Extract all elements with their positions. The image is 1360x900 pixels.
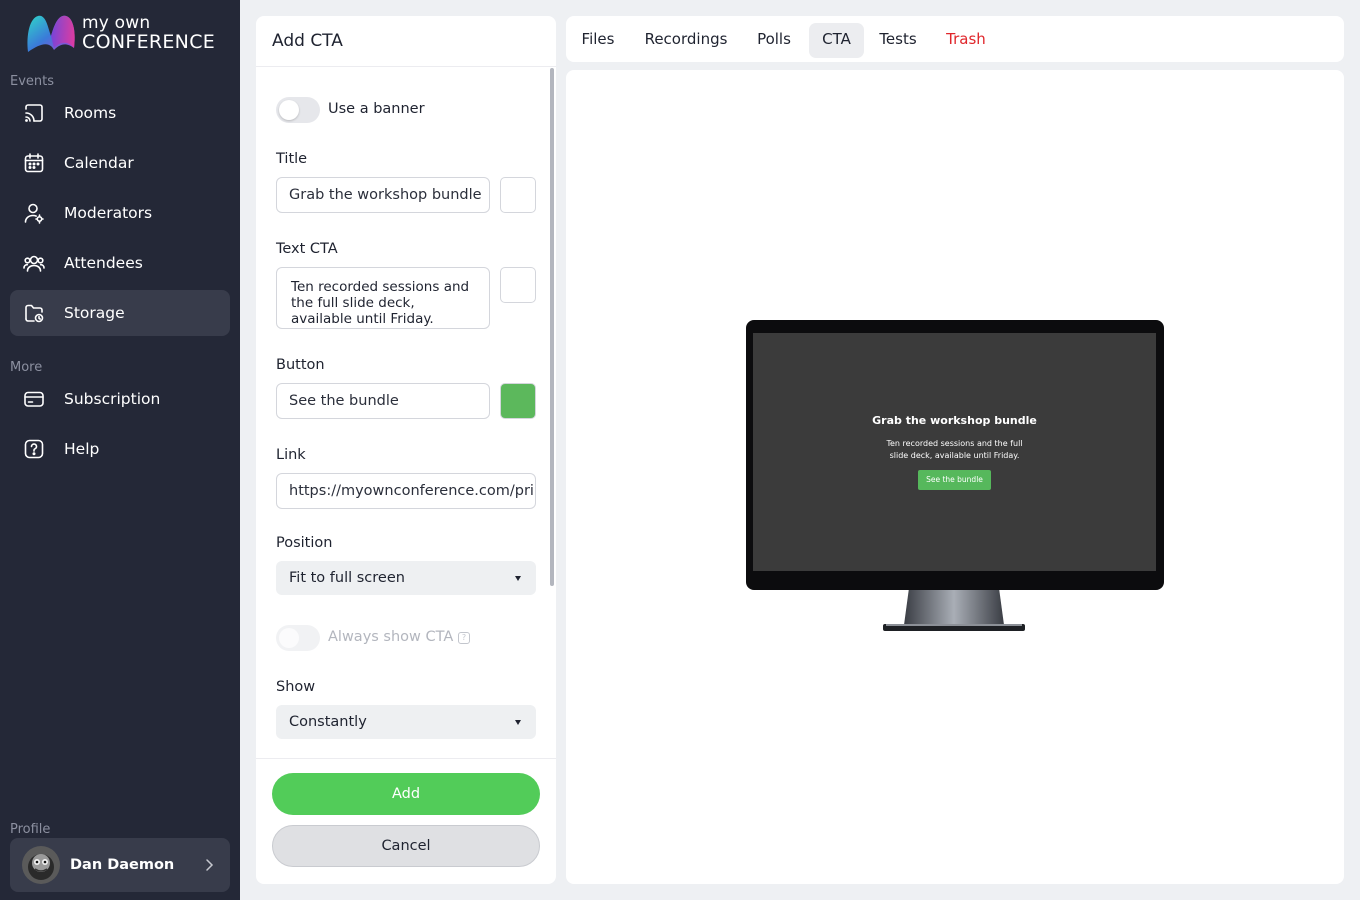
sidebar-item-label: Moderators (64, 204, 153, 222)
scrollbar[interactable] (550, 68, 554, 586)
logo-mark-icon (27, 15, 75, 52)
storage-tabs: Files Recordings Polls CTA Tests Trash (566, 16, 1344, 62)
profile-card[interactable]: Dan Daemon (10, 838, 230, 892)
sidebar-item-subscription[interactable]: Subscription (10, 376, 230, 422)
monitor-screen: Grab the workshop bundle Ten recorded se… (753, 333, 1156, 571)
sidebar-item-moderators[interactable]: Moderators (10, 190, 230, 236)
cta-preview-area: Grab the workshop bundle Ten recorded se… (566, 70, 1344, 884)
tab-tests[interactable]: Tests (872, 23, 924, 58)
brand-line2: CONFERENCE (82, 31, 216, 53)
title-label: Title (276, 151, 308, 167)
card-icon (22, 387, 46, 411)
section-label-events: Events (10, 74, 55, 89)
brand-logo[interactable]: my own CONFERENCE (24, 12, 224, 56)
sidebar-item-label: Rooms (64, 104, 117, 122)
sidebar-item-label: Calendar (64, 154, 134, 172)
sidebar-item-label: Storage (64, 304, 125, 322)
sidebar-item-storage[interactable]: Storage (10, 290, 230, 336)
monitor-mockup: Grab the workshop bundle Ten recorded se… (746, 320, 1164, 635)
moderator-icon (22, 201, 46, 225)
monitor-bezel: Grab the workshop bundle Ten recorded se… (746, 320, 1164, 590)
sidebar-item-label: Subscription (64, 390, 161, 408)
attendees-icon (22, 251, 46, 275)
preview-cta-text: Ten recorded sessions and the full slide… (886, 439, 1023, 460)
chevron-right-icon (206, 859, 214, 871)
sidebar-item-help[interactable]: Help (10, 426, 230, 472)
button-label: Button (276, 357, 325, 373)
caret-down-icon (515, 720, 521, 725)
link-input[interactable]: https://myownconference.com/pri (276, 473, 536, 509)
tab-polls[interactable]: Polls (746, 23, 802, 58)
tab-trash[interactable]: Trash (938, 23, 994, 58)
show-select[interactable]: Constantly (276, 705, 536, 739)
banner-toggle-label: Use a banner (328, 101, 425, 117)
avatar (22, 846, 60, 884)
sidebar-item-calendar[interactable]: Calendar (10, 140, 230, 186)
button-text-input[interactable]: See the bundle (276, 383, 490, 419)
tab-files[interactable]: Files (572, 23, 624, 58)
sidebar-item-label: Help (64, 440, 100, 458)
position-select[interactable]: Fit to full screen (276, 561, 536, 595)
sidebar-item-rooms[interactable]: Rooms (10, 90, 230, 136)
position-label: Position (276, 535, 333, 551)
profile-name: Dan Daemon (70, 857, 175, 873)
preview-cta-title: Grab the workshop bundle (872, 414, 1037, 427)
banner-toggle[interactable] (276, 97, 320, 123)
text-cta-textarea[interactable]: Ten recorded sessions and the full slide… (276, 267, 490, 329)
cancel-button[interactable]: Cancel (272, 825, 540, 867)
section-label-profile: Profile (10, 822, 51, 837)
title-color-swatch[interactable] (500, 177, 536, 213)
show-label: Show (276, 679, 316, 695)
text-cta-label: Text CTA (276, 241, 338, 257)
text-color-swatch[interactable] (500, 267, 536, 303)
panel-title: Add CTA (272, 31, 343, 51)
tab-recordings[interactable]: Recordings (636, 23, 736, 58)
show-select-value: Constantly (289, 714, 367, 730)
caret-down-icon (515, 576, 521, 581)
add-cta-panel: Add CTA Use a banner Title Grab the work… (256, 16, 556, 884)
sidebar-item-label: Attendees (64, 254, 143, 272)
calendar-icon (22, 151, 46, 175)
tab-cta[interactable]: CTA (809, 23, 864, 58)
section-label-more: More (10, 360, 43, 375)
help-icon (22, 437, 46, 461)
folder-icon (22, 301, 46, 325)
button-color-swatch[interactable] (500, 383, 536, 419)
position-select-value: Fit to full screen (289, 570, 405, 586)
cast-icon (22, 101, 46, 125)
sidebar: my own CONFERENCE Events Rooms Calendar … (0, 0, 240, 900)
sidebar-item-attendees[interactable]: Attendees (10, 240, 230, 286)
preview-cta-button: See the bundle (918, 470, 991, 490)
title-input[interactable]: Grab the workshop bundle (276, 177, 490, 213)
always-show-label: Always show CTA (328, 629, 454, 645)
question-icon[interactable]: ? (458, 632, 470, 644)
add-button[interactable]: Add (272, 773, 540, 815)
link-label: Link (276, 447, 306, 463)
divider (256, 758, 556, 759)
always-show-toggle[interactable] (276, 625, 320, 651)
form-scroll-area[interactable]: Use a banner Title Grab the workshop bun… (256, 67, 556, 757)
